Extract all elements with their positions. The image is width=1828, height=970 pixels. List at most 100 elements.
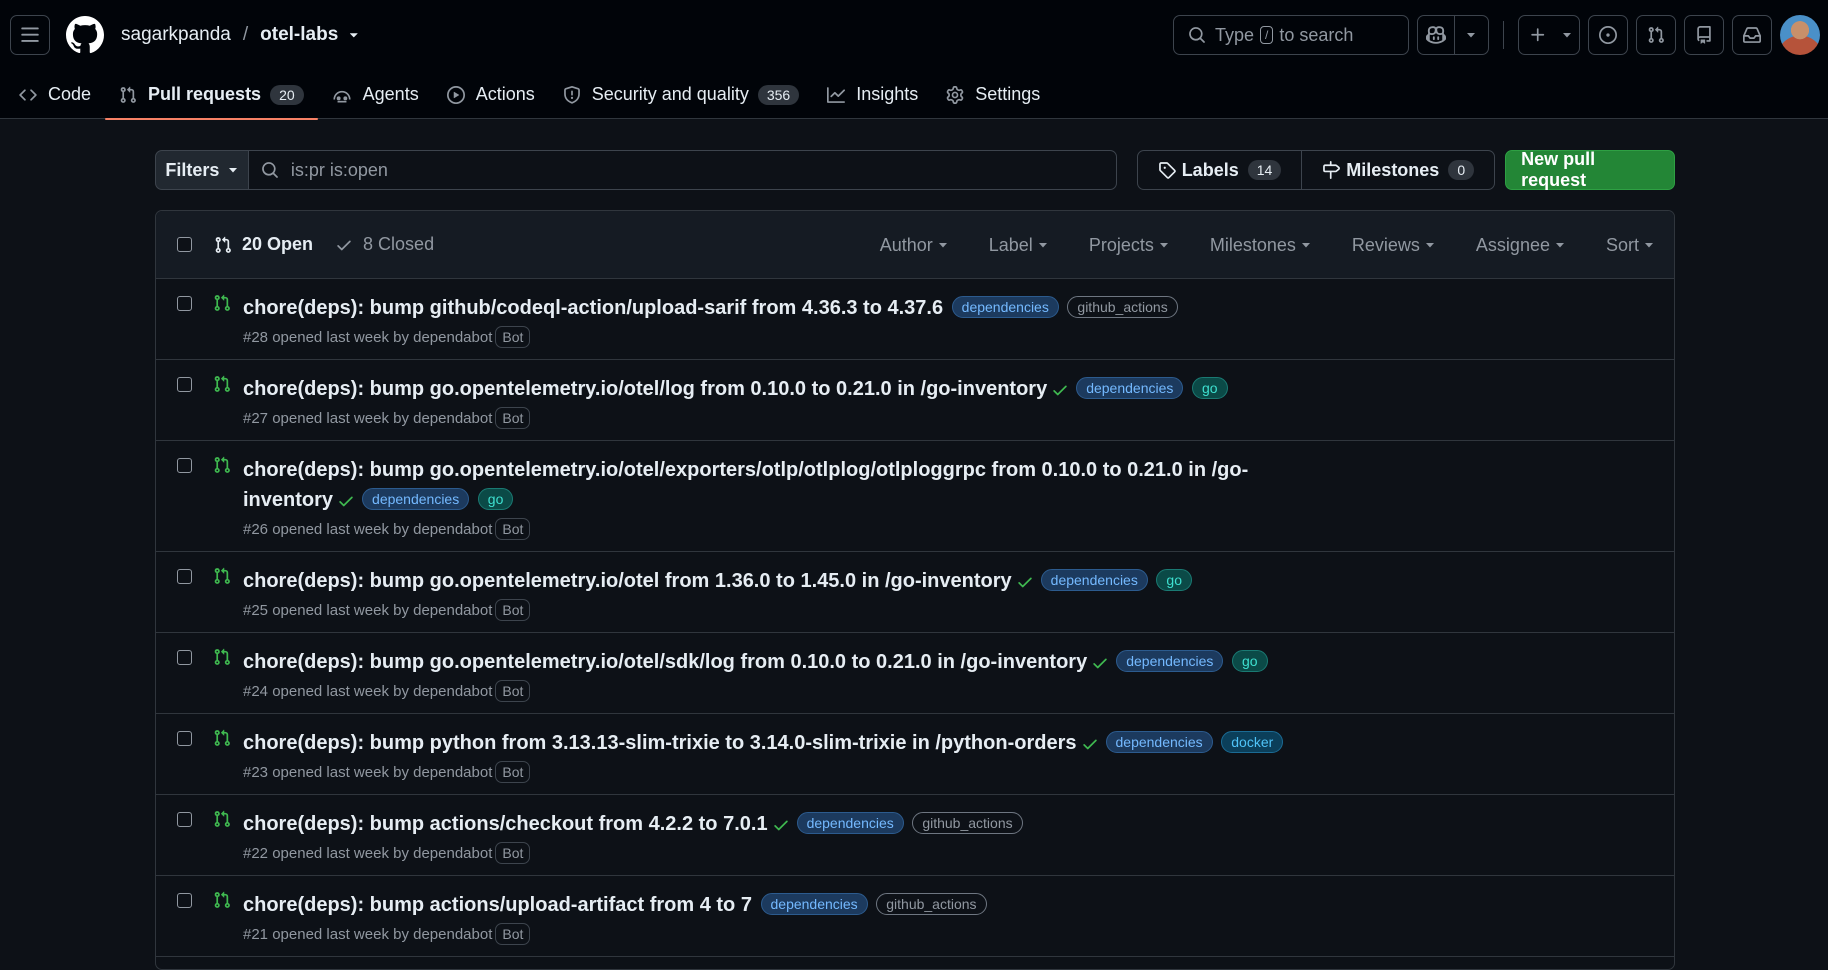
tag-icon <box>1158 162 1176 179</box>
tab-label: Insights <box>856 84 919 104</box>
pr-select-checkbox[interactable] <box>177 569 192 584</box>
filters-button[interactable]: Filters <box>155 150 249 190</box>
label-dependencies[interactable]: dependencies <box>796 812 904 834</box>
label-dependencies[interactable]: dependencies <box>951 296 1059 318</box>
breadcrumb-owner-link[interactable]: sagarkpanda <box>121 24 231 46</box>
pr-title-link[interactable]: chore(deps): bump go.opentelemetry.io/ot… <box>243 570 1012 592</box>
label-dependencies[interactable]: dependencies <box>362 488 470 510</box>
label-dependencies[interactable]: dependencies <box>1116 650 1224 672</box>
filters-label: Filters <box>165 159 220 180</box>
pr-title-line: chore(deps): bump go.opentelemetry.io/ot… <box>243 647 1293 677</box>
tab-agents[interactable]: Agents <box>318 70 433 119</box>
assignee-filter[interactable]: Assignee <box>1476 235 1565 256</box>
check-icon[interactable] <box>1091 654 1109 672</box>
check-icon[interactable] <box>1051 381 1069 399</box>
bot-badge: Bot <box>495 599 531 621</box>
check-icon[interactable] <box>337 492 355 510</box>
select-all-checkbox[interactable] <box>177 237 192 252</box>
breadcrumb-repo-link[interactable]: otel-labs <box>260 24 338 46</box>
sort-dropdown[interactable]: Sort <box>1606 235 1654 256</box>
play-icon <box>446 85 465 104</box>
github-logo[interactable] <box>66 15 106 55</box>
reviews-filter[interactable]: Reviews <box>1352 235 1435 256</box>
label-dependencies[interactable]: dependencies <box>1105 731 1213 753</box>
copilot-menu-chevron-down-icon[interactable] <box>1454 16 1488 54</box>
chevron-down-icon <box>1425 243 1434 248</box>
label-go[interactable]: go <box>477 488 514 510</box>
git-pull-request-icon <box>213 567 231 585</box>
pr-select-checkbox[interactable] <box>177 650 192 665</box>
milestone-icon <box>1323 161 1341 179</box>
label-github_actions[interactable]: github_actions <box>912 812 1023 834</box>
label-github_actions[interactable]: github_actions <box>876 893 987 915</box>
repo-switcher-caret-icon[interactable] <box>348 29 360 41</box>
labels-milestones-group: Labels 14 Milestones 0 <box>1136 150 1496 190</box>
git-pull-request-icon <box>213 456 231 474</box>
milestones-button[interactable]: Milestones 0 <box>1301 151 1494 189</box>
label-go[interactable]: go <box>1231 650 1268 672</box>
sort-label: Sort <box>1605 234 1639 255</box>
tab-security[interactable]: Security and quality 356 <box>549 70 813 119</box>
label-filter[interactable]: Label <box>989 235 1048 256</box>
labels-button[interactable]: Labels 14 <box>1138 151 1302 189</box>
pr-title-link[interactable]: chore(deps): bump actions/upload-artifac… <box>243 894 752 916</box>
tab-pull-requests[interactable]: Pull requests 20 <box>105 70 318 120</box>
pr-title-link[interactable]: chore(deps): bump python from 3.13.13-sl… <box>243 732 1077 754</box>
search-icon <box>1189 27 1205 43</box>
label-dependencies[interactable]: dependencies <box>1040 569 1148 591</box>
pr-title-link[interactable]: chore(deps): bump actions/checkout from … <box>243 813 768 835</box>
sort-filters: Author Label Projects Milestones Reviews… <box>880 211 1654 279</box>
pr-title-line: chore(deps): bump go.opentelemetry.io/ot… <box>243 455 1293 515</box>
closed-filter-link[interactable]: 8 Closed <box>335 234 434 255</box>
pr-title-link[interactable]: chore(deps): bump go.opentelemetry.io/ot… <box>243 378 1047 400</box>
global-search-button[interactable]: Type / to search <box>1173 15 1409 55</box>
copilot-button[interactable] <box>1417 15 1489 55</box>
pr-title-link[interactable]: chore(deps): bump go.opentelemetry.io/ot… <box>243 651 1087 673</box>
pr-title-link[interactable]: chore(deps): bump github/codeql-action/u… <box>243 297 943 319</box>
author-filter[interactable]: Author <box>880 235 948 256</box>
avatar[interactable] <box>1780 15 1820 55</box>
new-pull-request-button[interactable]: New pull request <box>1505 149 1675 190</box>
pr-select-checkbox[interactable] <box>177 296 192 311</box>
pr-select-checkbox[interactable] <box>177 731 192 746</box>
tab-actions[interactable]: Actions <box>433 70 549 119</box>
issues-button[interactable] <box>1588 15 1628 55</box>
tab-label: Settings <box>975 84 1041 104</box>
open-filter-link[interactable]: 20 Open <box>214 234 313 255</box>
create-new-button[interactable] <box>1518 15 1580 55</box>
check-icon[interactable] <box>1016 573 1034 591</box>
git-pull-request-icon <box>213 648 231 666</box>
inbox-button[interactable] <box>1732 15 1772 55</box>
label-go[interactable]: go <box>1156 569 1192 591</box>
label-github_actions[interactable]: github_actions <box>1067 296 1178 318</box>
pr-select-checkbox[interactable] <box>177 812 192 827</box>
check-icon[interactable] <box>1081 735 1099 753</box>
search-shortcut-key: / <box>1260 26 1274 44</box>
tab-settings[interactable]: Settings <box>932 70 1054 119</box>
label-docker[interactable]: docker <box>1221 731 1284 753</box>
pr-list: chore(deps): bump github/codeql-action/u… <box>156 279 1674 957</box>
pr-row-content: chore(deps): bump go.opentelemetry.io/ot… <box>243 552 1293 632</box>
projects-filter[interactable]: Projects <box>1089 235 1169 256</box>
label-go[interactable]: go <box>1191 377 1228 399</box>
repositories-button[interactable] <box>1684 15 1724 55</box>
filter-search-input[interactable]: is:pr is:open <box>248 150 1117 190</box>
pr-select-checkbox[interactable] <box>177 893 192 908</box>
open-count: 20 Open <box>242 234 314 254</box>
pr-select-checkbox[interactable] <box>177 458 192 473</box>
copilot-icon[interactable] <box>1418 16 1454 54</box>
pull-requests-button[interactable] <box>1636 15 1676 55</box>
tab-insights[interactable]: Insights <box>813 70 932 119</box>
pr-row: chore(deps): bump go.opentelemetry.io/ot… <box>156 360 1674 441</box>
tab-code[interactable]: Code <box>19 70 105 119</box>
menu-button[interactable] <box>10 15 50 55</box>
check-icon[interactable] <box>772 816 790 834</box>
milestones-filter[interactable]: Milestones <box>1210 235 1311 256</box>
pr-row: chore(deps): bump github/codeql-action/u… <box>156 279 1674 360</box>
chevron-down-icon <box>938 243 947 248</box>
labels-label: Labels <box>1181 159 1239 180</box>
label-dependencies[interactable]: dependencies <box>1076 377 1184 399</box>
label-dependencies[interactable]: dependencies <box>760 893 868 915</box>
pr-select-checkbox[interactable] <box>177 377 192 392</box>
check-icon <box>337 240 351 250</box>
